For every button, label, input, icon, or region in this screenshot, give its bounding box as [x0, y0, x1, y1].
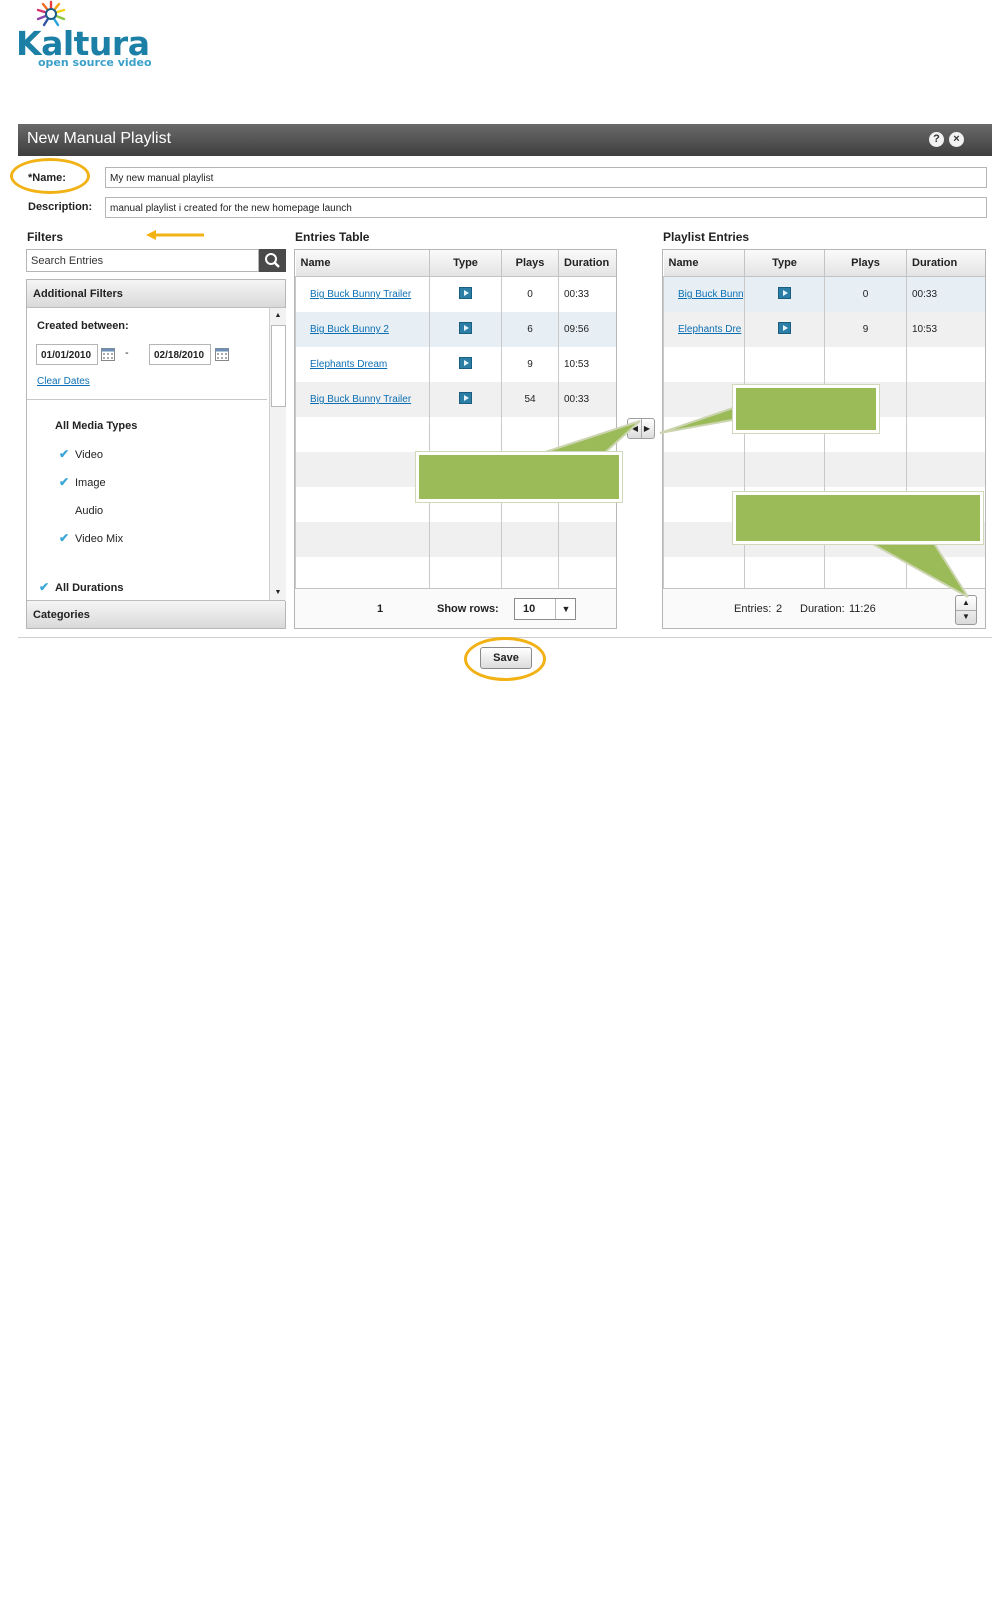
callout-box [733, 385, 879, 433]
callout-box [416, 452, 622, 502]
callout-box [733, 492, 983, 544]
name-highlight-circle [10, 158, 90, 194]
save-highlight-circle [464, 637, 546, 681]
callout-pointers [529, 406, 969, 598]
